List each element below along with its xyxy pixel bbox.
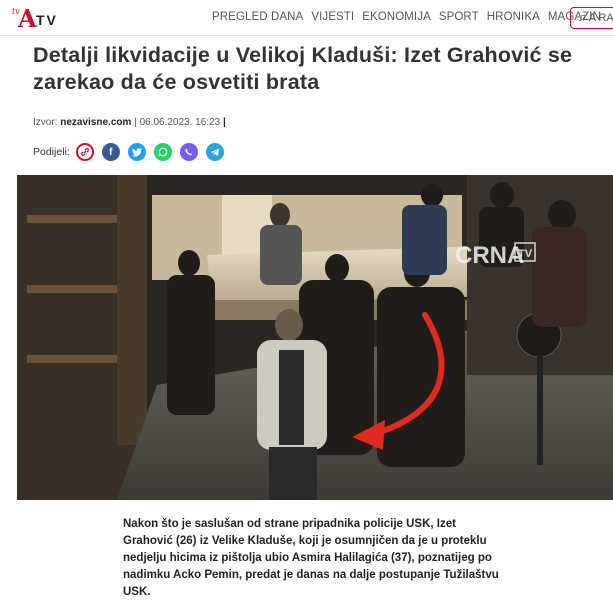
person-body xyxy=(377,287,465,467)
twitter-icon[interactable] xyxy=(127,143,146,161)
shelf-1 xyxy=(27,215,117,223)
nav-ekonomija[interactable]: EKONOMIJA xyxy=(362,11,431,23)
whatsapp-icon[interactable] xyxy=(153,143,172,161)
person-body xyxy=(532,227,587,327)
shelf-3 xyxy=(27,355,117,363)
stool-leg xyxy=(537,355,543,465)
pillar xyxy=(117,175,147,445)
crna-tv-watermark: CRNA TV xyxy=(455,242,536,269)
atv-logo[interactable]: tv A TV xyxy=(12,4,58,33)
person-legs xyxy=(269,447,317,500)
person-head xyxy=(421,183,443,207)
viber-icon[interactable] xyxy=(179,143,198,161)
cctv-scene: CRNA TV xyxy=(17,175,613,500)
publish-date: 06.06.2023. 16:23 xyxy=(139,117,221,128)
telegram-icon[interactable] xyxy=(205,143,224,161)
nav-sport[interactable]: SPORT xyxy=(439,11,479,23)
nav-pregled-dana[interactable]: PREGLED DANA xyxy=(212,11,303,23)
top-navigation-bar: tv A TV PREGLED DANA VIJESTI EKONOMIJA S… xyxy=(0,0,613,36)
article-title: Detalji likvidacije u Velikoj Kladuši: I… xyxy=(33,43,573,94)
source-label: Izvor: xyxy=(33,117,58,128)
person-body xyxy=(167,275,215,415)
facebook-icon[interactable]: f xyxy=(101,143,120,161)
share-bar: Podijeli: f xyxy=(33,143,232,161)
logo-a-glyph: A xyxy=(18,4,37,33)
article-body: Nakon što je saslušan od strane pripadni… xyxy=(123,518,499,598)
meta-separator: | xyxy=(134,117,137,128)
person-head xyxy=(548,200,576,230)
person-head xyxy=(490,182,514,208)
person-body xyxy=(260,225,302,285)
watermark-tv: TV xyxy=(518,248,533,260)
article-photo[interactable]: CRNA TV xyxy=(17,175,613,500)
person-body xyxy=(402,205,447,275)
meta-separator-end: | xyxy=(222,117,226,128)
person-head xyxy=(270,203,290,227)
nav-hronika[interactable]: HRONIKA xyxy=(487,11,540,23)
person-head xyxy=(325,254,349,282)
logo-text: TV xyxy=(36,12,58,28)
watermark-crna: CRNA xyxy=(455,242,524,269)
person-head xyxy=(275,309,303,341)
nav-vijesti[interactable]: VIJESTI xyxy=(311,11,354,23)
copy-link-icon[interactable] xyxy=(75,143,94,161)
logo-mark: tv A xyxy=(12,4,37,33)
main-nav: PREGLED DANA VIJESTI EKONOMIJA SPORT HRO… xyxy=(212,11,609,23)
person-head xyxy=(178,250,200,276)
radio-button[interactable]: ♫ A RA xyxy=(570,7,613,29)
jacket-stripe xyxy=(279,350,304,445)
source-link[interactable]: nezavisne.com xyxy=(60,117,131,128)
article-meta: Izvor: nezavisne.com | 06.06.2023. 16:23… xyxy=(33,117,226,128)
shelf-2 xyxy=(27,285,117,293)
share-label: Podijeli: xyxy=(33,146,70,158)
